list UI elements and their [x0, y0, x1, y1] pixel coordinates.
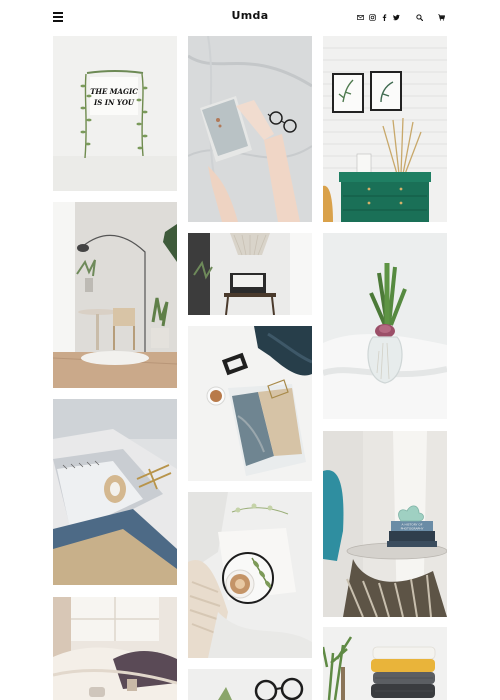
sign-text-line-1: THE MAGIC — [90, 87, 138, 96]
instagram-icon[interactable] — [367, 12, 378, 22]
gallery-photo-green-cabinet[interactable] — [323, 36, 447, 222]
facebook-icon[interactable] — [379, 12, 390, 22]
gallery-photo-latte-bed[interactable] — [188, 492, 312, 658]
gallery-photo-white-interior[interactable] — [53, 202, 177, 388]
gallery-photo-sweater-stack[interactable] — [323, 627, 447, 700]
gallery-photo-hyacinth[interactable] — [323, 233, 447, 419]
search-icon[interactable] — [414, 12, 425, 22]
mail-icon[interactable] — [355, 12, 366, 22]
sign-text-line-2: IS IN YOU — [93, 98, 135, 107]
gallery-photo-record-player[interactable] — [188, 233, 312, 315]
gallery-photo-book-stack-table[interactable]: A HISTORY OF PHOTOGRAPHY — [323, 431, 447, 617]
book-title-line-2: PHOTOGRAPHY — [401, 527, 424, 531]
gallery-photo-magic-banner[interactable]: THE MAGIC IS IN YOU — [53, 36, 177, 191]
gallery-photo-glasses[interactable] — [188, 669, 312, 700]
cart-icon[interactable] — [436, 12, 447, 22]
header-tools — [354, 12, 447, 22]
site-header: Umda — [0, 0, 500, 36]
gallery-photo-coffee-magazine[interactable] — [188, 326, 312, 481]
gallery-photo-notebook-tape[interactable] — [53, 399, 177, 585]
gallery-photo-bedroom-window[interactable] — [53, 597, 177, 700]
twitter-icon[interactable] — [391, 12, 402, 22]
gallery-photo-marble-desk[interactable] — [188, 36, 312, 222]
